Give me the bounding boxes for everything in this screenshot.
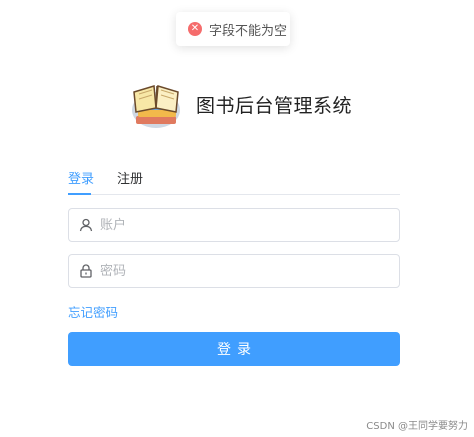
user-icon — [79, 218, 93, 232]
password-input[interactable] — [98, 262, 382, 280]
login-button[interactable]: 登录 — [68, 332, 400, 366]
error-toast: ✕ 字段不能为空 — [176, 12, 290, 46]
app-title: 图书后台管理系统 — [196, 94, 353, 117]
tab-register[interactable]: 注册 — [117, 168, 143, 187]
books-logo — [132, 85, 180, 128]
brand-header: 图书后台管理系统 — [128, 78, 352, 130]
password-field[interactable] — [68, 254, 400, 288]
watermark: CSDN @王同学要努力 — [366, 421, 468, 432]
close-circle-icon: ✕ — [188, 22, 202, 36]
forgot-password-link[interactable]: 忘记密码 — [68, 302, 118, 321]
account-field[interactable] — [68, 208, 400, 242]
account-input[interactable] — [98, 216, 382, 234]
active-tab-indicator — [68, 193, 91, 195]
auth-tabs: 登录 注册 — [68, 162, 400, 195]
toast-message: 字段不能为空 — [209, 23, 288, 39]
lock-icon — [80, 264, 92, 278]
tab-login[interactable]: 登录 — [68, 168, 94, 187]
